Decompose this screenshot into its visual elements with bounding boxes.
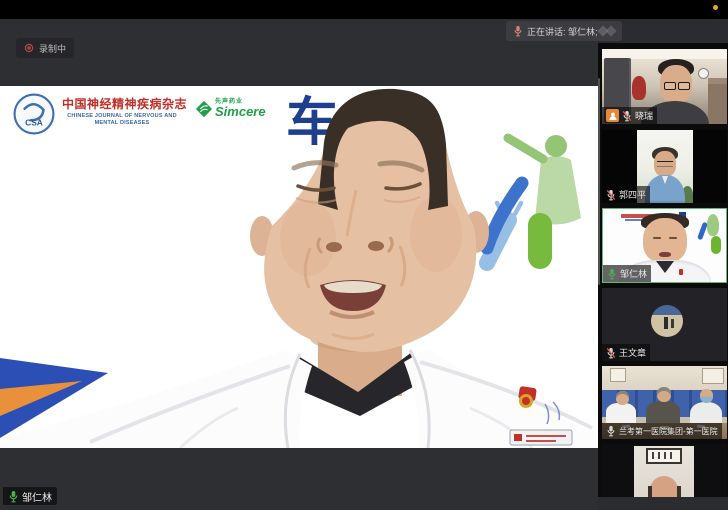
record-icon <box>24 43 34 53</box>
speaker-video-illustration: 车 <box>0 86 598 448</box>
speaking-toast-text: 正在讲话: 邹仁林; <box>527 25 598 38</box>
mic-active-icon <box>607 268 617 280</box>
recording-indicator[interactable]: 录制中 <box>16 38 74 58</box>
coat-name-tag <box>510 430 572 445</box>
sidebar-scrollbar[interactable] <box>598 78 600 285</box>
participant-tile-partial[interactable] <box>602 444 727 497</box>
window-bottom-band <box>598 497 728 510</box>
speaking-mic-icon <box>513 25 523 37</box>
video-thumbnail <box>602 444 727 497</box>
meeting-logo-watermark-icon <box>596 24 620 38</box>
top-black-strip <box>0 0 728 19</box>
notification-dot-icon <box>713 5 718 10</box>
host-badge-icon <box>606 109 619 122</box>
participant-tile-zourenlin[interactable]: 邹仁林 <box>602 208 727 283</box>
recording-label: 录制中 <box>39 42 66 55</box>
participant-tile-xiaorui[interactable]: 晓瑞 <box>602 49 727 124</box>
participant-tile-guosiping[interactable]: 郭四平 <box>602 130 727 203</box>
mic-muted-icon <box>606 347 616 359</box>
main-speaker-name-label: 邹仁林 <box>3 487 57 505</box>
speaking-toast: 正在讲话: 邹仁林; <box>506 21 622 41</box>
participant-tile-wangwenzhang[interactable]: 王文章 <box>602 288 727 361</box>
meeting-window: CSA 中国神经精神疾病杂志 CHINESE JOURNAL OF NERVOU… <box>0 0 728 510</box>
mic-muted-icon <box>606 189 616 201</box>
participants-sidebar: 晓瑞 郭四平 <box>598 43 728 497</box>
mic-muted-icon <box>622 110 632 122</box>
participant-name-label: 晓瑞 <box>602 107 657 124</box>
participant-name-label: 兰考第一医院集团-第一医院 <box>602 423 722 439</box>
participant-name-label: 王文章 <box>602 344 650 361</box>
participant-name-label: 邹仁林 <box>603 265 651 282</box>
mic-on-icon <box>606 425 616 437</box>
mic-active-icon <box>8 490 19 503</box>
participant-name-label: 郭四平 <box>602 186 650 203</box>
participant-tile-lankao-hospital[interactable]: 兰考第一医院集团-第一医院 <box>602 366 727 439</box>
main-video[interactable]: CSA 中国神经精神疾病杂志 CHINESE JOURNAL OF NERVOU… <box>0 86 598 448</box>
